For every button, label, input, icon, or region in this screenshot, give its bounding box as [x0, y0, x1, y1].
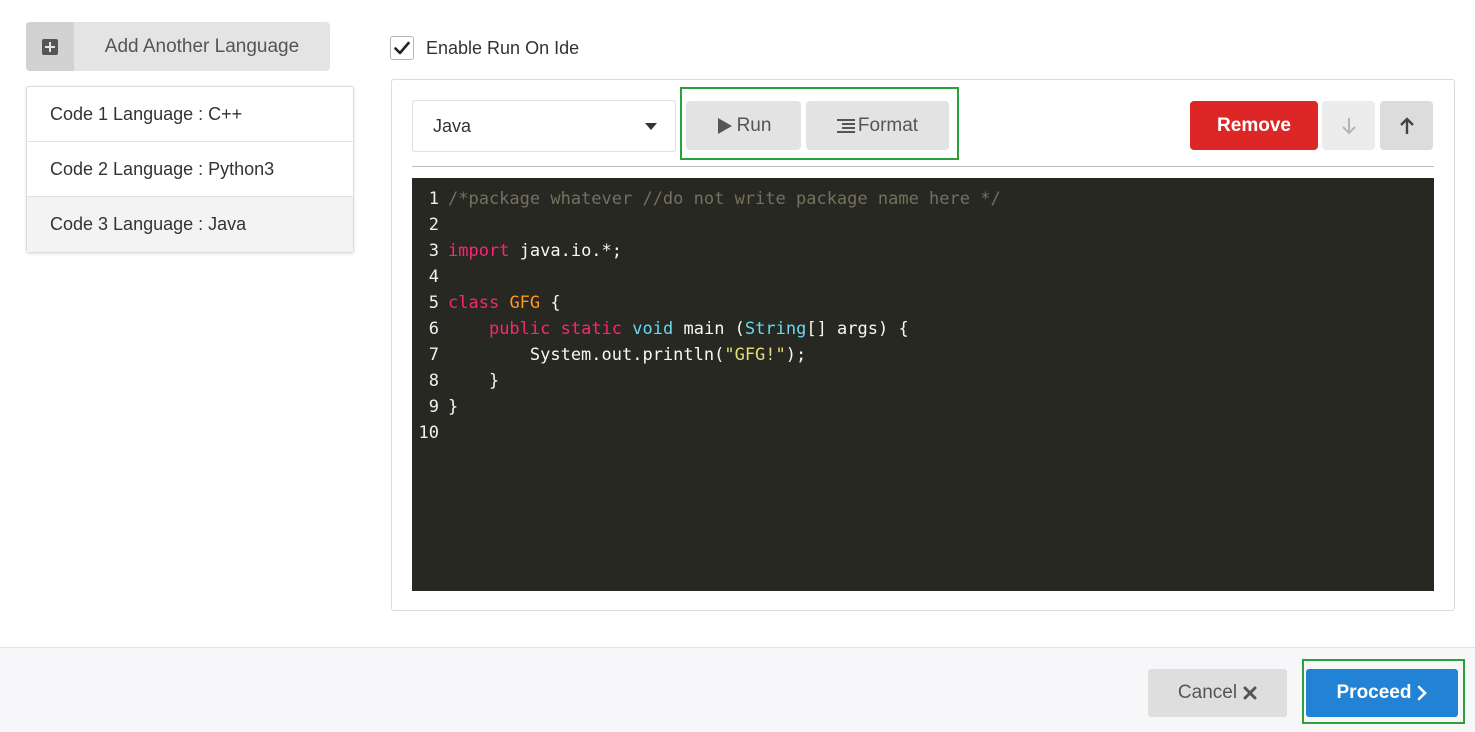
code-token: public	[488, 319, 551, 339]
code-text: }	[448, 394, 458, 420]
add-another-language-button[interactable]: Add Another Language	[26, 22, 330, 71]
code-line: 2	[412, 212, 1434, 238]
move-up-button[interactable]	[1380, 101, 1433, 150]
code-line: 6 public static void main (String[] args…	[412, 316, 1434, 342]
move-down-button[interactable]	[1322, 101, 1375, 150]
code-line: 9}	[412, 394, 1434, 420]
line-number: 6	[428, 319, 439, 339]
code-token: GFG	[509, 293, 541, 313]
arrow-up-icon	[1399, 116, 1414, 134]
code-text: class GFG {	[448, 290, 561, 316]
code-line: 8 }	[412, 368, 1434, 394]
code-text: }	[448, 368, 499, 394]
checkmark-icon	[394, 41, 410, 55]
code-language-label: Code 3 Language : Java	[50, 214, 247, 234]
code-token: java.io.*;	[509, 241, 623, 261]
code-token: void	[632, 319, 674, 339]
code-token: [] args) {	[806, 319, 909, 339]
code-token: String	[744, 319, 807, 339]
format-button[interactable]: Format	[806, 101, 949, 150]
remove-label: Remove	[1217, 114, 1291, 136]
run-label: Run	[736, 114, 772, 136]
cancel-label: Cancel	[1177, 682, 1238, 703]
language-select-value: Java	[433, 115, 472, 136]
proceed-label: Proceed	[1336, 682, 1412, 703]
play-icon	[717, 117, 732, 134]
run-button[interactable]: Run	[686, 101, 801, 150]
code-text: /*package whatever //do not write packag…	[448, 186, 1001, 212]
line-number: 3	[428, 241, 439, 261]
code-language-item-3[interactable]: Code 3 Language : Java	[27, 197, 353, 252]
code-token: main (	[673, 319, 745, 339]
enable-run-label: Enable Run On Ide	[426, 37, 580, 58]
caret-down-icon	[645, 123, 657, 130]
align-lines-icon	[836, 118, 855, 133]
code-text: public static void main (String[] args) …	[448, 316, 909, 342]
code-editor-panel: Java Run Format Remove 1/*package whatev…	[391, 79, 1455, 611]
enable-run-row: Enable Run On Ide	[390, 36, 579, 60]
line-number: 5	[428, 293, 439, 313]
code-language-item-2[interactable]: Code 2 Language : Python3	[27, 142, 353, 197]
plus-square-icon	[26, 22, 74, 71]
code-token: System.out.println(	[448, 345, 725, 365]
code-token: "GFG!"	[724, 345, 786, 365]
code-language-list: Code 1 Language : C++ Code 2 Language : …	[26, 86, 354, 253]
line-number: 7	[428, 345, 439, 365]
line-number: 8	[428, 371, 439, 391]
line-number: 10	[418, 423, 439, 443]
cancel-button[interactable]: Cancel	[1148, 669, 1287, 717]
code-line: 1 /*package whatever //do not write packa…	[412, 186, 1434, 212]
code-token: /*package whatever //do not write packag…	[448, 189, 1001, 209]
code-line: 5 class GFG {	[412, 290, 1434, 316]
code-language-label: Code 2 Language : Python3	[50, 158, 275, 179]
code-language-label: Code 1 Language : C++	[50, 103, 243, 124]
code-token: }	[448, 371, 500, 391]
code-token: class	[448, 293, 500, 313]
enable-run-checkbox[interactable]	[390, 36, 414, 60]
code-token: );	[785, 345, 807, 365]
code-line: 3 import java.io.*;	[412, 238, 1434, 264]
code-text: System.out.println("GFG!");	[448, 342, 806, 368]
remove-button[interactable]: Remove	[1190, 101, 1318, 150]
code-token: {	[540, 293, 561, 313]
code-line: 7 System.out.println("GFG!");	[412, 342, 1434, 368]
code-text: import java.io.*;	[448, 238, 622, 264]
code-line: 10	[412, 420, 1434, 446]
close-icon	[1243, 686, 1257, 700]
arrow-down-icon	[1341, 117, 1356, 134]
add-language-label: Add Another Language	[104, 35, 300, 57]
language-select[interactable]: Java	[412, 100, 676, 152]
line-number: 9	[428, 397, 439, 417]
proceed-button[interactable]: Proceed	[1306, 669, 1458, 717]
code-editor[interactable]: 1 /*package whatever //do not write packa…	[412, 178, 1434, 591]
format-label: Format	[857, 114, 919, 136]
line-number: 1	[428, 189, 439, 209]
line-number: 4	[428, 267, 439, 287]
toolbar-divider	[412, 166, 1434, 167]
footer-bar: Cancel Proceed	[0, 647, 1475, 732]
line-number: 2	[428, 215, 439, 235]
code-line: 4	[412, 264, 1434, 290]
code-token: import	[448, 241, 510, 261]
code-language-item-1[interactable]: Code 1 Language : C++	[27, 87, 353, 142]
code-token: }	[448, 397, 459, 417]
code-token: static	[560, 319, 623, 339]
chevron-right-icon	[1418, 685, 1428, 701]
